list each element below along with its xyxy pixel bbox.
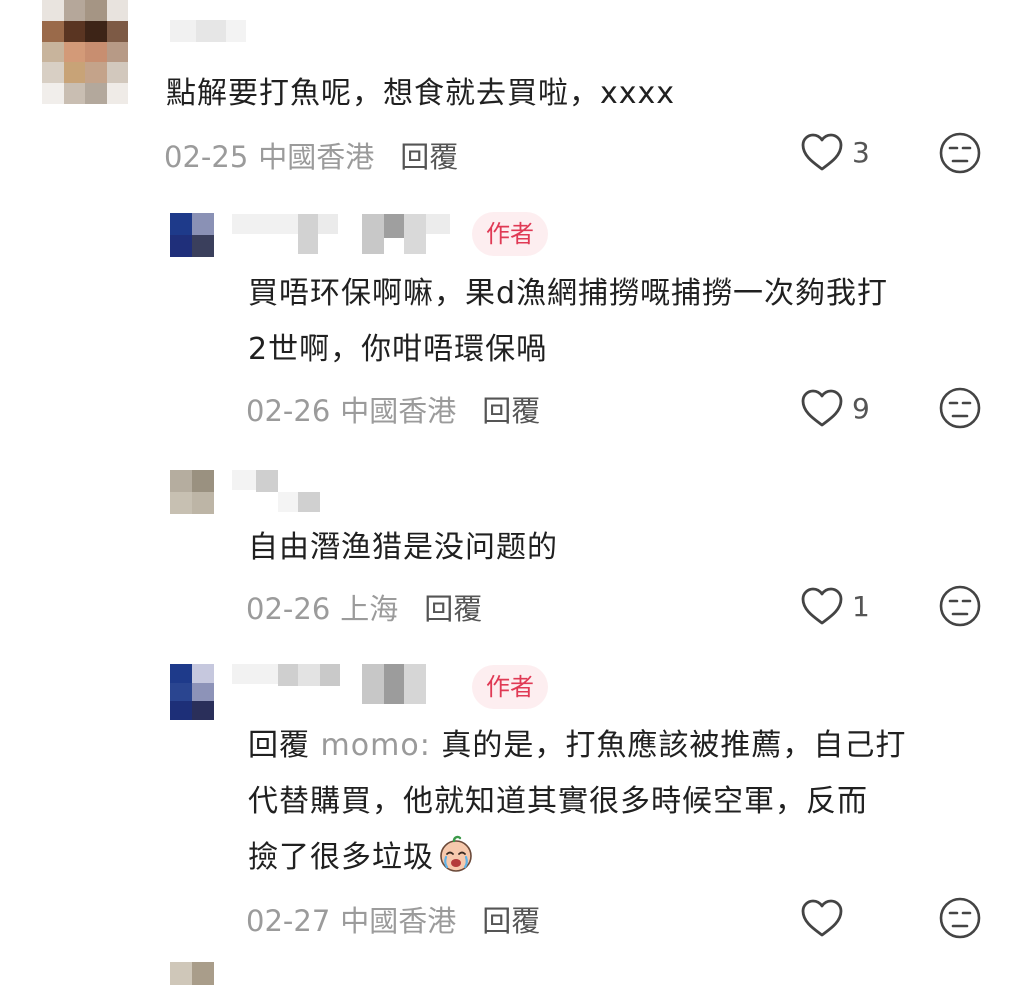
comment-date: 02-26 bbox=[246, 592, 331, 626]
like-count: 9 bbox=[852, 391, 870, 425]
comment-text-fragment: 真的是，打魚應該被推薦，自己打 bbox=[441, 728, 907, 763]
avatar[interactable] bbox=[170, 213, 214, 257]
comment-text: 自由潛渔猎是没问题的 bbox=[248, 530, 558, 565]
comment-date: 02-26 bbox=[246, 394, 331, 428]
like-count: 1 bbox=[852, 589, 870, 623]
comment-meta: 02-25 中國香港 回覆 bbox=[164, 134, 458, 176]
reply-button[interactable]: 回覆 bbox=[482, 394, 540, 428]
comment-meta: 02-26 中國香港 回覆 bbox=[246, 388, 540, 430]
comment-text: 點解要打魚呢，想食就去買啦，xxxx bbox=[166, 76, 676, 111]
username-blurred[interactable] bbox=[170, 20, 246, 42]
dislike-face-icon[interactable] bbox=[938, 386, 982, 430]
reply-prefix: 回覆 bbox=[248, 728, 310, 763]
comment-text-line: 回覆 momo: 真的是，打魚應該被推薦，自己打 bbox=[248, 718, 906, 774]
reply-button[interactable]: 回覆 bbox=[400, 140, 458, 174]
like-button[interactable]: 9 bbox=[800, 388, 870, 428]
dislike-face-icon[interactable] bbox=[938, 896, 982, 940]
dislike-face-icon[interactable] bbox=[938, 131, 982, 175]
avatar[interactable] bbox=[42, 0, 128, 104]
username-blurred[interactable] bbox=[232, 214, 450, 254]
comment-text-line: 撿了很多垃圾 bbox=[248, 830, 906, 886]
heart-outline-icon bbox=[801, 587, 843, 625]
comment-text-line: 買唔环保啊嘛，果d漁網捕撈嘅捕撈一次夠我打 bbox=[248, 276, 889, 311]
like-button[interactable]: 1 bbox=[800, 586, 870, 626]
avatar-next-comment[interactable] bbox=[170, 962, 214, 985]
like-count: 3 bbox=[852, 135, 870, 169]
comment-text: 買唔环保啊嘛，果d漁網捕撈嘅捕撈一次夠我打 2世啊，你咁唔環保喎 bbox=[248, 266, 888, 378]
reply-button[interactable]: 回覆 bbox=[482, 904, 540, 938]
heart-outline-icon bbox=[801, 133, 843, 171]
comment-text: 回覆 momo: 真的是，打魚應該被推薦，自己打 代替購買，他就知道其實很多時候… bbox=[248, 718, 906, 886]
comment-text-fragment: 撿了很多垃圾 bbox=[248, 840, 434, 875]
comment-date: 02-25 bbox=[164, 140, 249, 174]
comment-meta: 02-27 中國香港 回覆 bbox=[246, 898, 540, 940]
comment-location: 中國香港 bbox=[258, 140, 375, 174]
avatar[interactable] bbox=[170, 664, 214, 720]
reply-button[interactable]: 回覆 bbox=[424, 592, 482, 626]
author-tag: 作者 bbox=[472, 212, 548, 256]
author-tag: 作者 bbox=[472, 665, 548, 709]
comment-text-line: 2世啊，你咁唔環保喎 bbox=[248, 332, 548, 367]
comment-location: 中國香港 bbox=[340, 904, 457, 938]
comment-text-line: 代替購買，他就知道其實很多時候空軍，反而 bbox=[248, 784, 868, 819]
comment-date: 02-27 bbox=[246, 904, 331, 938]
crying-face-emoji bbox=[440, 835, 472, 872]
heart-outline-icon bbox=[801, 389, 843, 427]
avatar[interactable] bbox=[170, 470, 214, 514]
comment-meta: 02-26 上海 回覆 bbox=[246, 586, 482, 628]
dislike-face-icon[interactable] bbox=[938, 584, 982, 628]
like-button[interactable]: 3 bbox=[800, 132, 870, 172]
username-blurred[interactable] bbox=[232, 470, 320, 512]
comment-location: 中國香港 bbox=[340, 394, 457, 428]
username-blurred[interactable] bbox=[232, 664, 426, 704]
comment-location: 上海 bbox=[340, 592, 399, 626]
mention-link[interactable]: momo: bbox=[321, 728, 431, 763]
heart-outline-icon bbox=[801, 899, 843, 937]
like-button[interactable] bbox=[800, 898, 852, 938]
